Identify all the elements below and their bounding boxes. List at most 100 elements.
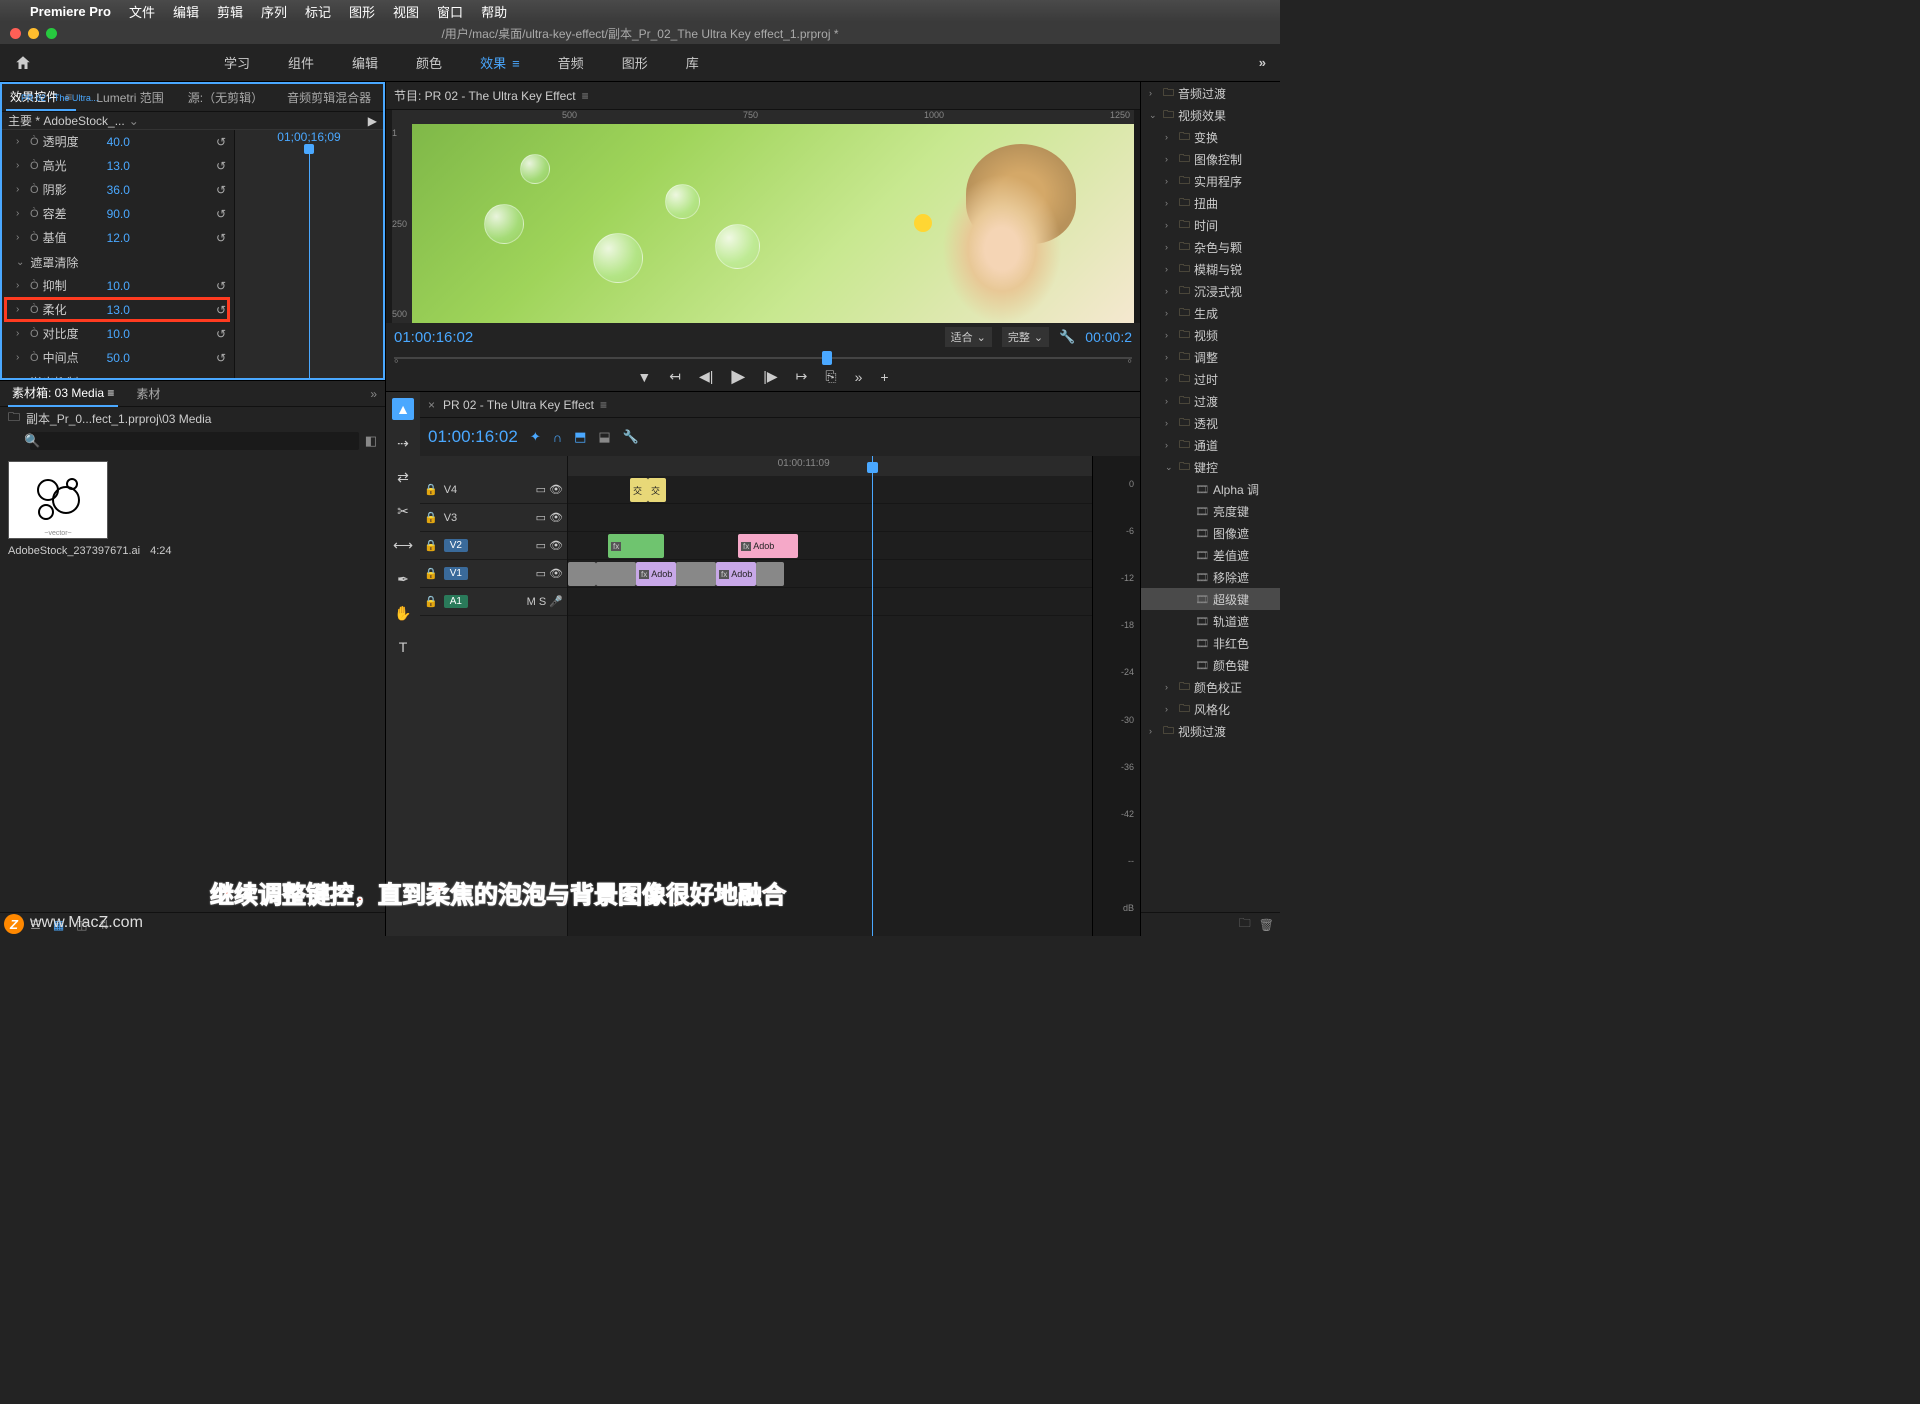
new-bin-icon[interactable]: ◧ [365,433,377,449]
property-group[interactable]: ⌄溢出抑制 [2,370,234,378]
timeline-clip[interactable]: fx Adob [738,534,798,558]
step-forward-icon[interactable]: |▶ [763,368,777,385]
timeline-clip[interactable]: fx Adob [636,562,676,586]
wrench-icon[interactable]: 🔧 [623,429,639,445]
effects-item[interactable]: ›🗀过时 [1141,368,1280,390]
app-name[interactable]: Premiere Pro [30,4,111,19]
media-thumbnail[interactable]: ~vector~ [8,461,108,539]
effects-item[interactable]: ›🗀过渡 [1141,390,1280,412]
program-timecode[interactable]: 01:00:16:02 [394,329,473,346]
menu-markers[interactable]: 标记 [305,2,331,21]
property-row[interactable]: ›Ò高光13.0↺ [2,154,234,178]
menu-help[interactable]: 帮助 [481,2,507,21]
effects-item[interactable]: ›🗀扭曲 [1141,192,1280,214]
effects-item[interactable]: ›🗀模糊与锐 [1141,258,1280,280]
tab-bin-media[interactable]: 素材箱: 03 Media ≡ [8,380,118,407]
effects-item[interactable]: ›🗀沉浸式视 [1141,280,1280,302]
quality-select[interactable]: 完整 ⌄ [1002,327,1049,347]
breadcrumb[interactable]: 副本_Pr_0...fect_1.prproj\03 Media [26,410,211,427]
workspace-learn[interactable]: 学习 [222,49,252,76]
master-clip-label[interactable]: 主要 * AdobeStock_... [8,112,125,129]
effects-item[interactable]: ›🗀通道 [1141,434,1280,456]
track-header-v2[interactable]: 🔒V2▭ 👁 [420,532,567,560]
property-row[interactable]: ›Ò阴影36.0↺ [2,178,234,202]
effects-item[interactable]: ›🗀时间 [1141,214,1280,236]
program-viewport[interactable] [412,124,1134,323]
close-icon[interactable] [10,28,21,39]
filter-icon[interactable]: ▼ [322,379,335,380]
workspace-assembly[interactable]: 组件 [286,49,316,76]
property-row[interactable]: ›Ò基值12.0↺ [2,226,234,250]
workspace-overflow[interactable]: » [1259,55,1266,70]
hand-tool-icon[interactable]: ✋ [392,602,414,624]
lift-icon[interactable]: ⎘ [825,368,836,385]
workspace-graphics[interactable]: 图形 [620,49,650,76]
razor-tool-icon[interactable]: ✂ [392,500,414,522]
sequence-clip-label[interactable]: PR 02 - The Ultra... [18,86,101,110]
effects-item[interactable]: ›🗀透视 [1141,412,1280,434]
track-header-v4[interactable]: 🔒V4▭ 👁 [420,476,567,504]
property-row[interactable]: ›Ò中间点50.0↺ [2,346,234,370]
property-row[interactable]: ›Ò柔化13.0↺ [2,298,234,322]
effects-item[interactable]: ›🗀生成 [1141,302,1280,324]
mark-out-icon[interactable]: ↦ [796,368,808,385]
search-input[interactable] [30,432,359,450]
property-row[interactable]: ›Ò透明度40.0↺ [2,130,234,154]
timeline-tracks[interactable]: 01:00:11:09 交交 fxfx Adob fx Adobfx Adob [568,456,1092,936]
track-header-v1[interactable]: 🔒V1▭ 👁 [420,560,567,588]
property-group[interactable]: ⌄遮罩清除 [2,250,234,274]
effects-item[interactable]: ›🗀颜色校正 [1141,676,1280,698]
property-row[interactable]: ›Ò容差90.0↺ [2,202,234,226]
step-back-icon[interactable]: ◀| [699,368,713,385]
effects-item[interactable]: ⌄🗀键控 [1141,456,1280,478]
tab-assets[interactable]: 素材 [132,381,164,406]
effects-item[interactable]: ›🗀杂色与颗 [1141,236,1280,258]
menu-sequence[interactable]: 序列 [261,2,287,21]
tab-lumetri-scopes[interactable]: Lumetri 范围 [92,85,167,110]
effects-item[interactable]: 🎞差值遮 [1141,544,1280,566]
timeline-clip[interactable]: fx Adob [716,562,756,586]
new-bin-icon[interactable]: 🗀 [1239,914,1251,935]
effects-item[interactable]: ›🗀变换 [1141,126,1280,148]
effects-item[interactable]: 🎞超级键 [1141,588,1280,610]
menu-window[interactable]: 窗口 [437,2,463,21]
timeline-clip[interactable]: 交 [630,478,648,502]
selection-tool-icon[interactable]: ▲ [392,398,414,420]
play-icon[interactable]: ▶ [731,366,745,387]
workspace-audio[interactable]: 音频 [556,49,586,76]
timeline-timecode[interactable]: 01:00:16:02 [428,427,518,447]
track-header-v3[interactable]: 🔒V3▭ 👁 [420,504,567,532]
bin-icon[interactable]: 🗀 [8,408,20,429]
menu-view[interactable]: 视图 [393,2,419,21]
timeline-clip[interactable]: fx [608,534,664,558]
effects-item[interactable]: 🎞Alpha 调 [1141,478,1280,500]
effects-item[interactable]: ›🗀视频过渡 [1141,720,1280,742]
menu-graphics[interactable]: 图形 [349,2,375,21]
minimize-icon[interactable] [28,28,39,39]
settings-icon2[interactable]: ⬓ [598,429,610,445]
ripple-tool-icon[interactable]: ⇄ [392,466,414,488]
slip-tool-icon[interactable]: ⟷ [392,534,414,556]
home-icon[interactable] [14,54,32,72]
program-scrubber[interactable]: ◦ ◦ [394,351,1132,362]
workspace-effects[interactable]: 效果≡ [478,49,522,76]
property-row[interactable]: ›Ò抑制10.0↺ [2,274,234,298]
effects-item[interactable]: 🎞轨道遮 [1141,610,1280,632]
effects-item[interactable]: ⌄🗀视频效果 [1141,104,1280,126]
timeline-clip[interactable] [756,562,784,586]
effects-item[interactable]: ›🗀音频过渡 [1141,82,1280,104]
timeline-clip[interactable] [568,562,596,586]
mark-in-icon[interactable]: ↤ [669,368,681,385]
workspace-color[interactable]: 颜色 [414,49,444,76]
menu-clip[interactable]: 剪辑 [217,2,243,21]
marker-icon2[interactable]: ⬒ [574,429,586,445]
workspace-editing[interactable]: 编辑 [350,49,380,76]
snap-icon[interactable]: ✦ [530,429,541,445]
zoom-fit-select[interactable]: 适合 ⌄ [945,327,992,347]
menu-edit[interactable]: 编辑 [173,2,199,21]
share-icon[interactable]: ↗ [366,379,377,380]
pen-tool-icon[interactable]: ✒ [392,568,414,590]
effects-item[interactable]: ›🗀调整 [1141,346,1280,368]
effects-item[interactable]: 🎞非红色 [1141,632,1280,654]
effects-item[interactable]: 🎞移除遮 [1141,566,1280,588]
